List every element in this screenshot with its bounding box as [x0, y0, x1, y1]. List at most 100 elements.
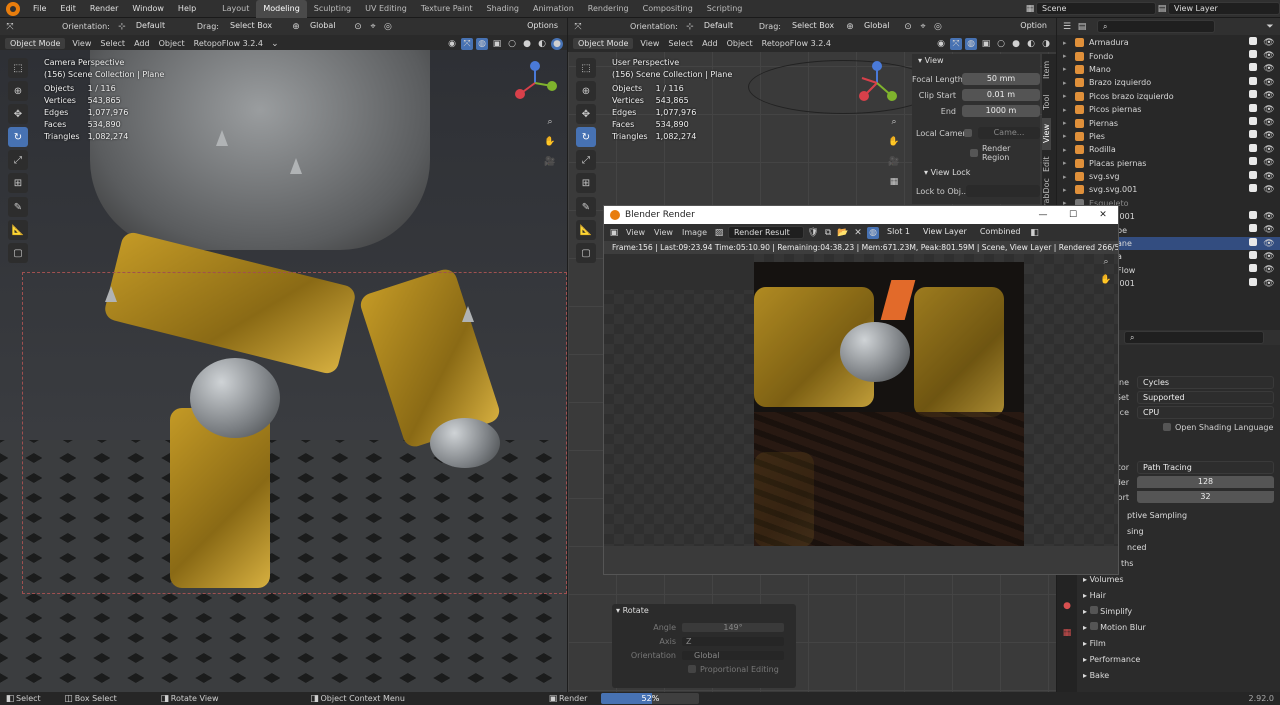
view-lock-header[interactable]: ▾ View Lock [912, 166, 1040, 180]
visibility-icon[interactable]: ◉ [446, 38, 458, 50]
pan-hand-icon[interactable]: ✋ [544, 136, 556, 148]
menu-view[interactable]: View [651, 228, 676, 237]
wireframe-shading-icon[interactable]: ○ [995, 38, 1007, 50]
snap-icon[interactable]: ⌖ [367, 21, 379, 33]
clip-start-field[interactable]: 0.01 m [962, 89, 1040, 101]
eye-icon[interactable]: 👁 [1263, 130, 1275, 142]
menu-render[interactable]: Render [83, 0, 125, 18]
editor-type-icon[interactable]: ☰ [1061, 21, 1073, 33]
left-viewport[interactable]: ⤧ Orientation: ⊹ Default Drag: Select Bo… [0, 18, 567, 692]
image-icon[interactable]: ▨ [713, 227, 725, 239]
annotate-tool-icon[interactable]: ✎ [576, 197, 596, 217]
material-shading-icon[interactable]: ◐ [536, 38, 548, 50]
scene-selector[interactable]: Scene [1036, 2, 1156, 15]
view-panel-header[interactable]: ▾ View [912, 54, 1040, 68]
eye-icon[interactable]: 👁 [1263, 278, 1275, 290]
sidebar-tab-item[interactable]: Item [1042, 54, 1051, 86]
integrator-dropdown[interactable]: Path Tracing [1137, 460, 1274, 474]
grid-view-icon[interactable]: ▦ [888, 176, 900, 188]
select-box-tool-icon[interactable]: ⬚ [576, 58, 596, 78]
blender-logo-icon[interactable] [6, 1, 20, 16]
eye-icon[interactable]: 👁 [1263, 184, 1275, 196]
slot-dropdown[interactable]: Slot 1 [882, 226, 915, 239]
outliner-row[interactable]: ▸ Mano 👁 [1057, 63, 1280, 76]
view-layer-selector[interactable]: View Layer [1168, 2, 1280, 15]
performance-section[interactable]: ▸ Performance [1057, 652, 1280, 668]
select-box-tool-icon[interactable]: ⬚ [8, 58, 28, 78]
film-section[interactable]: ▸ Film [1057, 636, 1280, 652]
eye-icon[interactable]: 👁 [1263, 224, 1275, 236]
xray-icon[interactable]: ▣ [491, 38, 503, 50]
wireframe-shading-icon[interactable]: ○ [506, 38, 518, 50]
outliner-search-input[interactable]: ⌕ [1097, 20, 1215, 33]
menu-add[interactable]: Add [699, 39, 721, 48]
visibility-icon[interactable]: ◉ [935, 38, 947, 50]
hair-section[interactable]: ▸ Hair [1057, 588, 1280, 604]
move-tool-icon[interactable]: ✥ [8, 104, 28, 124]
transform-icon[interactable]: ⤧ [4, 21, 16, 33]
fake-user-icon[interactable]: 🛡 [807, 227, 819, 239]
measure-tool-icon[interactable]: 📐 [576, 220, 596, 240]
zoom-icon[interactable]: ⌕ [544, 116, 556, 128]
layer-dropdown[interactable]: View Layer [918, 226, 972, 239]
navigation-gizmo[interactable] [512, 60, 558, 106]
overlay-icon[interactable]: ◍ [476, 37, 488, 50]
workspace-tab-modeling[interactable]: Modeling [256, 0, 307, 18]
local-camera-field[interactable]: Came... [978, 127, 1040, 139]
proportional-icon[interactable]: ◎ [932, 21, 944, 33]
cursor-tool-icon[interactable]: ⊕ [576, 81, 596, 101]
menu-select[interactable]: Select [97, 39, 128, 48]
eye-icon[interactable]: 👁 [1263, 90, 1275, 102]
clip-end-field[interactable]: 1000 m [962, 105, 1040, 117]
transform-orientation-dropdown[interactable]: Global [304, 20, 349, 33]
eye-icon[interactable]: 👁 [1263, 171, 1275, 183]
rotate-panel-header[interactable]: ▾ Rotate [612, 604, 796, 618]
menu-view[interactable]: View [69, 39, 94, 48]
scale-tool-icon[interactable]: ⤢ [8, 150, 28, 170]
maximize-icon[interactable]: ☐ [1058, 210, 1088, 220]
drag-dropdown[interactable]: Select Box [786, 20, 841, 33]
orientation-dropdown[interactable]: Default [698, 20, 753, 33]
outliner-row[interactable]: ▸ Piernas 👁 [1057, 116, 1280, 129]
render-region-checkbox[interactable] [970, 149, 978, 157]
measure-tool-icon[interactable]: 📐 [8, 220, 28, 240]
pivot-icon[interactable]: ⊙ [902, 21, 914, 33]
rendered-shading-icon[interactable]: ● [551, 37, 563, 50]
focal-length-field[interactable]: 50 mm [962, 73, 1040, 85]
local-camera-checkbox[interactable] [964, 129, 972, 137]
proportional-icon[interactable]: ◎ [382, 21, 394, 33]
menu-view[interactable]: View [637, 39, 662, 48]
navigation-gizmo[interactable] [854, 60, 900, 106]
retopoflow-menu[interactable]: RetopoFlow 3.2.4 [759, 39, 834, 48]
display-mode-icon[interactable]: ▤ [1076, 21, 1088, 33]
menu-object[interactable]: Object [724, 39, 756, 48]
gizmo-icon[interactable]: ⤧ [950, 37, 962, 50]
menu-help[interactable]: Help [171, 0, 203, 18]
menu-select[interactable]: Select [665, 39, 696, 48]
proportional-checkbox[interactable] [688, 665, 696, 673]
eye-icon[interactable]: 👁 [1263, 50, 1275, 62]
feature-set-dropdown[interactable]: Supported [1137, 390, 1274, 404]
close-image-icon[interactable]: ✕ [852, 227, 864, 239]
motion-blur-section[interactable]: ▸ Motion Blur [1057, 620, 1280, 636]
add-cube-tool-icon[interactable]: ▢ [576, 243, 596, 263]
workspace-tab-texture-paint[interactable]: Texture Paint [414, 0, 480, 18]
outliner-row[interactable]: ▸ Picos piernas 👁 [1057, 103, 1280, 116]
viewport-samples-field[interactable]: 32 [1137, 491, 1274, 503]
menu-object[interactable]: Object [156, 39, 188, 48]
eye-icon[interactable]: 👁 [1263, 63, 1275, 75]
outliner-row[interactable]: ▸ Placas piernas 👁 [1057, 157, 1280, 170]
scale-tool-icon[interactable]: ⤢ [576, 150, 596, 170]
options-dropdown[interactable]: Options [522, 20, 563, 33]
eye-icon[interactable]: 👁 [1263, 77, 1275, 89]
workspace-tab-shading[interactable]: Shading [479, 0, 526, 18]
eye-icon[interactable]: 👁 [1263, 264, 1275, 276]
pan-hand-icon[interactable]: ✋ [1100, 274, 1112, 286]
material-shading-icon[interactable]: ◐ [1025, 38, 1037, 50]
workspace-tab-sculpting[interactable]: Sculpting [307, 0, 358, 18]
mode-dropdown[interactable]: Object Mode [572, 37, 635, 50]
display-channels-icon[interactable]: ◧ [1029, 227, 1041, 239]
rotate-tool-icon[interactable]: ↻ [576, 127, 596, 147]
overlay-icon[interactable]: ◍ [965, 37, 977, 50]
orientation-dropdown[interactable]: Global [682, 650, 784, 660]
